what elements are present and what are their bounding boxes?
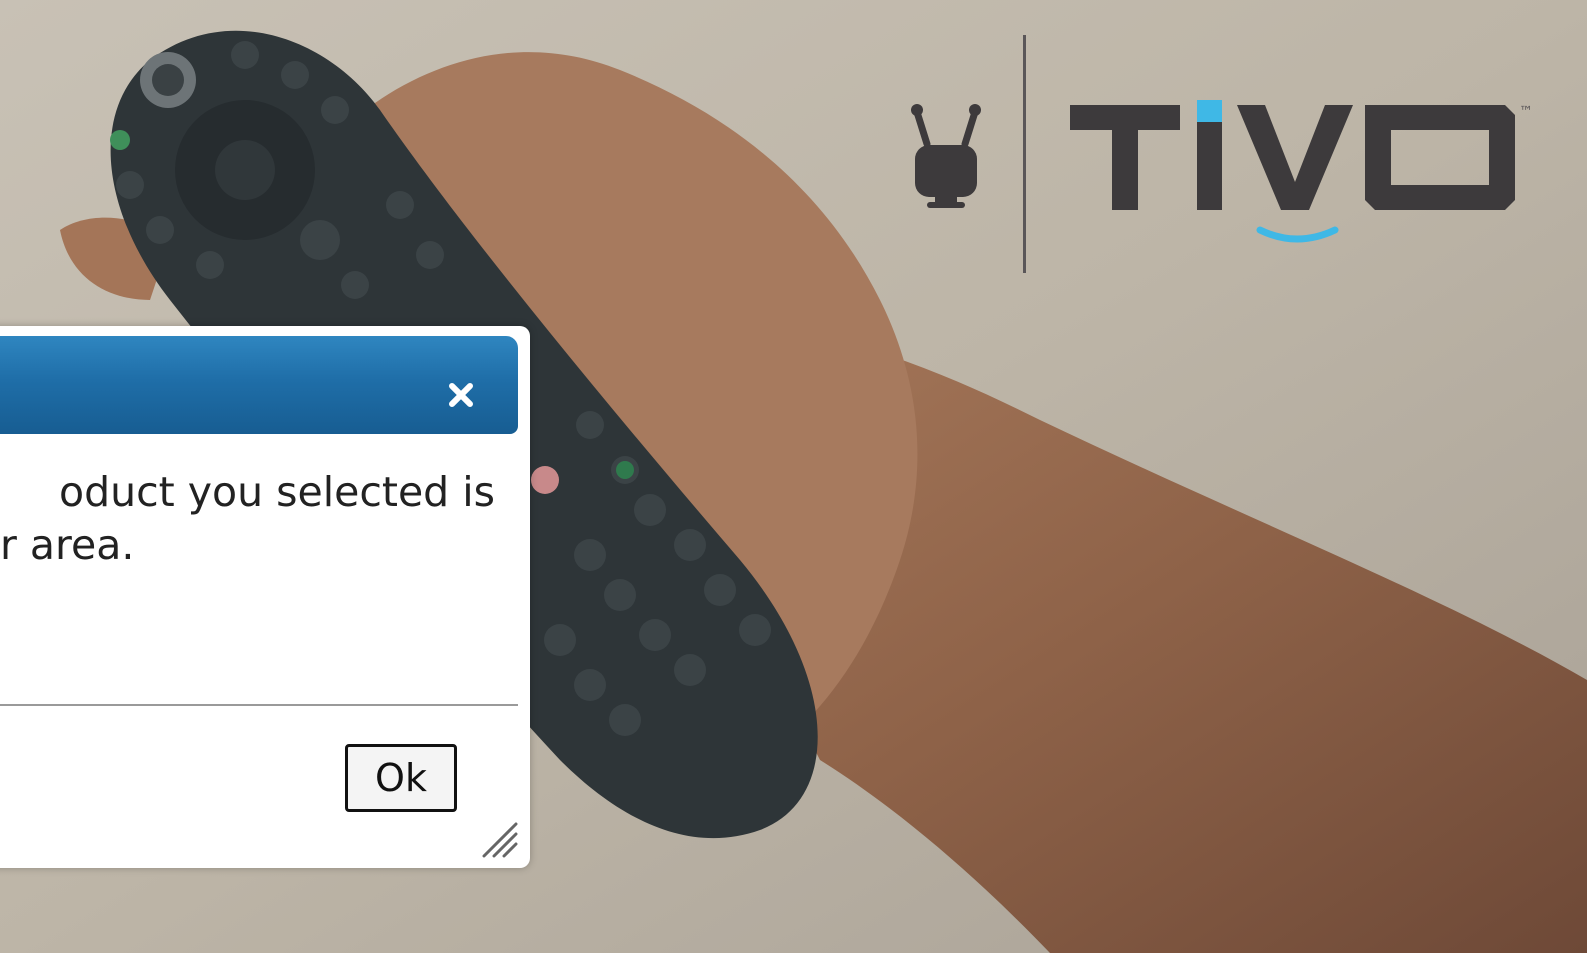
dialog-message-line: r area. xyxy=(0,521,135,569)
ok-button[interactable]: Ok xyxy=(345,744,457,812)
tivo-logo: ™ xyxy=(911,35,1533,273)
logo-divider xyxy=(1023,35,1026,273)
dialog-message: oduct you selected is r area. xyxy=(0,466,495,586)
tivo-smile xyxy=(1256,226,1339,243)
unavailable-product-dialog: oduct you selected is r area. Ok xyxy=(0,326,530,868)
tivo-mascot-icon xyxy=(911,104,981,208)
tivo-wordmark xyxy=(1070,100,1515,210)
close-icon[interactable] xyxy=(446,380,476,410)
dialog-message-line: oduct you selected is xyxy=(59,468,495,516)
dialog-titlebar xyxy=(0,336,518,434)
dialog-divider xyxy=(0,704,518,706)
trademark-symbol: ™ xyxy=(1519,104,1533,120)
resize-grip-icon[interactable] xyxy=(478,820,522,860)
